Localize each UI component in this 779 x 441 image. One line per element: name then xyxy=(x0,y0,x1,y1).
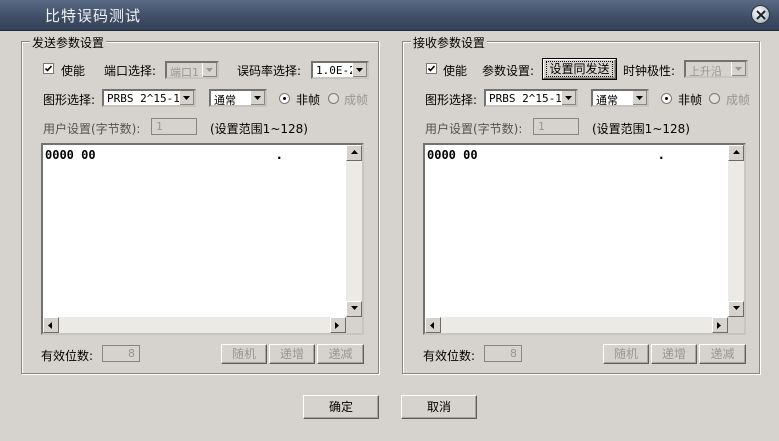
send-user-bytes-value: 1 xyxy=(156,120,163,133)
same-as-send-button[interactable]: 设置同发送 xyxy=(542,58,617,80)
chevron-down-icon xyxy=(735,67,742,71)
chevron-down-icon xyxy=(356,68,363,72)
send-framed-radio[interactable] xyxy=(328,93,339,104)
send-editor-dot: . xyxy=(277,148,282,162)
send-enable-checkbox[interactable] xyxy=(43,63,54,74)
send-increment-button[interactable]: 递增 xyxy=(269,344,315,364)
send-horizontal-scrollbar[interactable] xyxy=(43,317,346,333)
recv-enable-label: 使能 xyxy=(443,64,468,78)
check-icon xyxy=(427,65,436,72)
check-icon xyxy=(44,65,53,72)
cancel-button[interactable]: 取消 xyxy=(401,395,477,419)
recv-user-bytes-input[interactable]: 1 xyxy=(533,118,579,135)
send-group-label: 发送参数设置 xyxy=(30,34,107,51)
recv-unframed-label: 非帧 xyxy=(678,93,703,107)
chevron-down-icon xyxy=(254,96,261,100)
send-editor-text: 0000 00 xyxy=(45,148,96,162)
recv-decrement-button[interactable]: 递减 xyxy=(699,344,746,364)
close-button[interactable] xyxy=(751,5,770,24)
error-rate-label: 误码率选择: xyxy=(237,64,302,78)
arrow-left-icon xyxy=(430,322,434,329)
recv-scroll-right-button[interactable] xyxy=(712,317,728,333)
recv-valid-bits-input[interactable]: 8 xyxy=(484,345,522,362)
send-unframed-label: 非帧 xyxy=(296,93,321,107)
recv-param-label: 参数设置: xyxy=(482,64,535,78)
send-scroll-left-button[interactable] xyxy=(43,317,59,333)
error-rate-select[interactable]: 1.0E-2 xyxy=(311,61,369,79)
port-label: 端口选择: xyxy=(104,64,157,78)
send-framed-label: 成帧 xyxy=(344,93,369,107)
recv-unframed-radio[interactable] xyxy=(661,93,672,104)
recv-random-button[interactable]: 随机 xyxy=(603,344,649,364)
send-unframed-radio[interactable] xyxy=(279,93,290,104)
window-title: 比特误码测试 xyxy=(45,7,142,25)
recv-pattern-label: 图形选择: xyxy=(425,93,478,107)
recv-pattern-value: PRBS 2^15-1 xyxy=(489,92,562,105)
recv-range-hint: (设置范围1~128) xyxy=(592,122,690,136)
port-select-value: 端口1 xyxy=(170,66,199,79)
arrow-down-icon xyxy=(351,306,358,310)
clock-polarity-label: 时钟极性: xyxy=(623,64,676,78)
arrow-up-icon xyxy=(351,150,358,154)
recv-scroll-down-button[interactable] xyxy=(728,301,744,317)
send-random-button[interactable]: 随机 xyxy=(221,344,267,364)
arrow-right-icon xyxy=(335,322,339,329)
error-rate-value: 1.0E-2 xyxy=(316,64,356,77)
recv-editor-text: 0000 00 xyxy=(427,148,478,162)
clock-polarity-select[interactable]: 上升沿 xyxy=(684,60,748,78)
send-scroll-up-button[interactable] xyxy=(346,145,362,161)
arrow-down-icon xyxy=(733,306,740,310)
recv-framed-radio[interactable] xyxy=(709,93,720,104)
arrow-left-icon xyxy=(48,322,52,329)
recv-mode-select[interactable]: 通常 xyxy=(591,89,649,107)
chevron-down-icon xyxy=(206,68,213,72)
arrow-right-icon xyxy=(717,322,721,329)
send-enable-label: 使能 xyxy=(61,64,86,78)
recv-increment-button[interactable]: 递增 xyxy=(651,344,697,364)
clock-polarity-value: 上升沿 xyxy=(689,65,722,78)
chevron-down-icon xyxy=(565,96,572,100)
send-scroll-corner xyxy=(346,317,362,333)
recv-valid-bits-label: 有效位数: xyxy=(423,349,476,363)
recv-scroll-left-button[interactable] xyxy=(425,317,441,333)
send-vertical-scrollbar[interactable] xyxy=(346,145,362,317)
send-valid-bits-value: 8 xyxy=(128,347,135,360)
send-user-bytes-input[interactable]: 1 xyxy=(151,118,197,135)
recv-scroll-up-button[interactable] xyxy=(728,145,744,161)
title-bar[interactable]: 比特误码测试 xyxy=(0,0,779,31)
send-mode-select[interactable]: 通常 xyxy=(209,89,267,107)
recv-editor-dot: . xyxy=(659,148,664,162)
send-valid-bits-input[interactable]: 8 xyxy=(102,345,140,362)
recv-mode-value: 通常 xyxy=(596,94,618,107)
same-as-send-label: 设置同发送 xyxy=(546,61,613,77)
send-range-hint: (设置范围1~128) xyxy=(210,122,308,136)
send-pattern-editor[interactable]: 0000 00 . xyxy=(41,143,364,335)
recv-user-bytes-value: 1 xyxy=(538,120,545,133)
recv-pattern-editor[interactable]: 0000 00 . xyxy=(423,143,746,335)
send-scroll-down-button[interactable] xyxy=(346,301,362,317)
recv-user-label: 用户设置(字节数): xyxy=(425,122,523,136)
recv-valid-bits-value: 8 xyxy=(510,347,517,360)
recv-scroll-corner xyxy=(728,317,744,333)
recv-enable-checkbox[interactable] xyxy=(426,63,437,74)
send-pattern-select[interactable]: PRBS 2^15-1 xyxy=(102,89,196,107)
send-pattern-label: 图形选择: xyxy=(43,93,96,107)
send-scroll-right-button[interactable] xyxy=(330,317,346,333)
send-user-label: 用户设置(字节数): xyxy=(43,122,141,136)
ok-button[interactable]: 确定 xyxy=(303,395,379,419)
arrow-up-icon xyxy=(733,150,740,154)
send-mode-value: 通常 xyxy=(214,94,236,107)
receive-group-label: 接收参数设置 xyxy=(411,34,488,51)
chevron-down-icon xyxy=(183,96,190,100)
send-valid-bits-label: 有效位数: xyxy=(41,349,94,363)
recv-horizontal-scrollbar[interactable] xyxy=(425,317,728,333)
recv-framed-label: 成帧 xyxy=(726,93,751,107)
close-icon xyxy=(756,10,766,20)
recv-vertical-scrollbar[interactable] xyxy=(728,145,744,317)
port-select[interactable]: 端口1 xyxy=(165,61,219,79)
send-decrement-button[interactable]: 递减 xyxy=(317,344,364,364)
send-pattern-value: PRBS 2^15-1 xyxy=(107,92,180,105)
recv-pattern-select[interactable]: PRBS 2^15-1 xyxy=(484,89,578,107)
chevron-down-icon xyxy=(636,96,643,100)
